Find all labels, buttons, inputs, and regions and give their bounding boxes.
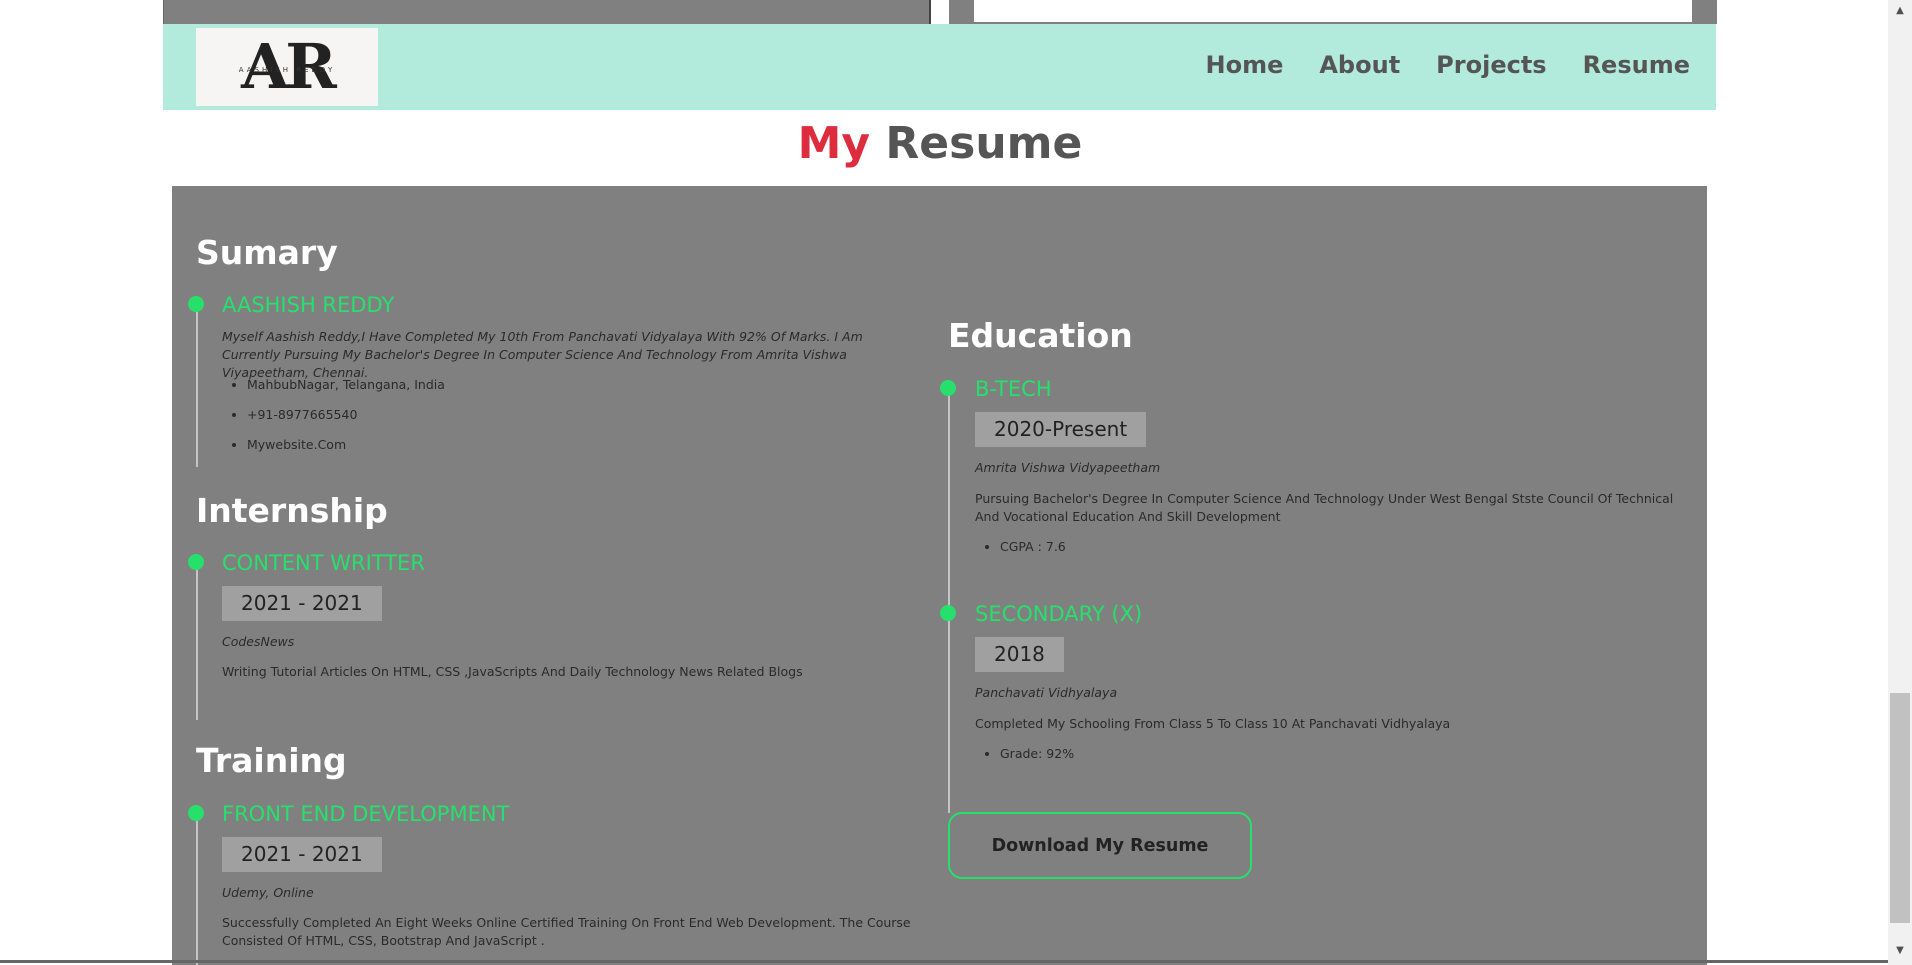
nav-link-about[interactable]: About <box>1319 51 1400 79</box>
logo[interactable]: AR AASHISH REDDY <box>196 28 378 106</box>
internship-heading: Internship <box>196 491 388 530</box>
training-timeline-line <box>196 813 198 965</box>
internship-description: Writing Tutorial Articles On HTML, CSS ,… <box>222 664 803 679</box>
summary-website: Mywebsite.Com <box>247 436 822 454</box>
internship-dot <box>188 554 204 570</box>
internship-org: CodesNews <box>222 634 295 649</box>
logo-subtitle: AASHISH REDDY <box>238 66 336 74</box>
training-heading: Training <box>196 741 347 780</box>
training-dot <box>188 805 204 821</box>
nav-links: Home About Projects Resume <box>1206 51 1691 79</box>
download-resume-button[interactable]: Download My Resume <box>948 812 1252 879</box>
summary-timeline-line <box>196 304 198 467</box>
education-secondary-bullets: Grade: 92% <box>975 745 1575 775</box>
education-heading: Education <box>948 316 1133 355</box>
page-title-accent: My <box>797 118 871 169</box>
training-title: FRONT END DEVELOPMENT <box>222 802 510 826</box>
resume-panel <box>172 186 1707 965</box>
summary-heading: Sumary <box>196 233 338 272</box>
education-secondary-dot <box>940 605 956 621</box>
summary-dot <box>188 296 204 312</box>
internship-timeline-line <box>196 562 198 720</box>
education-btech-bullets: CGPA : 7.6 <box>975 538 1575 568</box>
scroll-down-arrow-icon[interactable]: ▼ <box>1888 940 1912 960</box>
previous-section-left-card <box>163 0 931 24</box>
education-secondary-dates: 2018 <box>975 637 1064 672</box>
scroll-up-arrow-icon[interactable]: ▲ <box>1888 0 1912 20</box>
page-bottom-edge <box>0 960 1888 963</box>
training-description: Successfully Completed An Eight Weeks On… <box>222 915 911 948</box>
internship-title: CONTENT WRITTER <box>222 551 425 575</box>
page-title: My Resume <box>0 118 1880 169</box>
summary-description: Myself Aashish Reddy,I Have Completed My… <box>222 329 863 380</box>
summary-location: MahbubNagar, Telangana, India <box>247 376 822 394</box>
page-title-rest: Resume <box>885 118 1083 169</box>
education-btech-cgpa: CGPA : 7.6 <box>1000 538 1575 556</box>
nav-link-resume[interactable]: Resume <box>1583 51 1690 79</box>
education-btech-description: Pursuing Bachelor's Degree In Computer S… <box>975 491 1674 524</box>
nav-link-projects[interactable]: Projects <box>1436 51 1546 79</box>
education-secondary-title: SECONDARY (X) <box>975 602 1143 626</box>
summary-phone: +91-8977665540 <box>247 406 822 424</box>
education-btech-org: Amrita Vishwa Vidyapeetham <box>975 460 1161 475</box>
training-org: Udemy, Online <box>222 885 314 900</box>
education-secondary-description: Completed My Schooling From Class 5 To C… <box>975 716 1451 731</box>
previous-section-right-card-inner <box>974 0 1692 22</box>
training-dates: 2021 - 2021 <box>222 837 382 872</box>
education-btech-dates: 2020-Present <box>975 412 1147 447</box>
education-timeline-line <box>948 388 950 813</box>
internship-dates: 2021 - 2021 <box>222 586 382 621</box>
scrollbar-thumb[interactable] <box>1890 693 1910 923</box>
nav-link-home[interactable]: Home <box>1206 51 1284 79</box>
education-btech-title: B-TECH <box>975 377 1052 401</box>
education-secondary-grade: Grade: 92% <box>1000 745 1575 763</box>
summary-details-list: MahbubNagar, Telangana, India +91-897766… <box>222 376 822 466</box>
education-btech-dot <box>940 380 956 396</box>
education-secondary-org: Panchavati Vidhyalaya <box>975 685 1118 700</box>
summary-name: AASHISH REDDY <box>222 293 395 317</box>
